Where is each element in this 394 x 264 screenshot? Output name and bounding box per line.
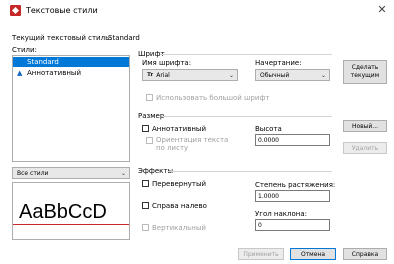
current-style-value: Standard [108,34,140,42]
delete-button[interactable]: Удалить [343,142,387,154]
preview-text: AaBbCcD [19,201,107,223]
backwards-checkbox[interactable] [142,202,149,209]
size-group-title: Размер [138,112,165,120]
chevron-down-icon: ⌄ [320,72,326,79]
size-group-line [162,116,332,117]
styles-filter-select[interactable]: Все стили ⌄ [12,167,130,179]
height-label: Высота [255,125,282,133]
annotative-icon: ▲ [17,69,23,77]
current-style-label: Текущий текстовый стиль: [12,34,112,42]
orientation-checkbox[interactable] [146,137,153,144]
truetype-icon: Tr [147,72,154,78]
help-button[interactable]: Справка [343,248,387,260]
font-name-value: Arial [156,71,170,79]
backwards-label: Справа налево [152,202,207,210]
window-title: Текстовые стили [26,6,98,15]
list-item-label: Standard [27,58,59,66]
font-name-label: Имя шрифта: [142,59,192,67]
chevron-down-icon: ⌄ [228,72,234,79]
preview-baseline [13,224,129,225]
list-item[interactable]: ▲ Аннотативный [13,68,129,78]
set-current-label-2: текущим [350,72,380,79]
vertical-checkbox[interactable] [142,224,149,231]
width-factor-label: Степень растяжения: [255,181,336,189]
upside-down-label: Перевернутый [152,180,207,188]
font-group-line [160,54,332,55]
effects-group-line [168,171,332,172]
preview-panel: AaBbCcD [12,182,130,240]
height-input[interactable]: 0.0000 [255,134,330,146]
font-name-select[interactable]: Tr Arial ⌄ [142,69,238,81]
orientation-label-1: Ориентация текста [156,136,229,144]
chevron-down-icon: ⌄ [120,170,126,177]
upside-down-checkbox[interactable] [142,180,149,187]
styles-label: Стили: [12,46,37,54]
list-item-label: Аннотативный [27,69,81,77]
oblique-input[interactable]: 0 [255,219,330,231]
style-value: Обычный [260,71,290,79]
app-logo-icon [10,5,21,16]
new-button[interactable]: Новый... [343,120,387,132]
width-factor-input[interactable]: 1.0000 [255,190,330,202]
styles-list[interactable]: Standard ▲ Аннотативный [12,55,130,162]
big-font-checkbox[interactable] [146,94,153,101]
style-select[interactable]: Обычный ⌄ [255,69,330,81]
annotative-label: Аннотативный [152,125,206,133]
close-icon[interactable]: ✕ [375,3,389,17]
cancel-button[interactable]: Отмена [290,248,336,260]
style-label: Начертание: [255,59,302,67]
annotative-checkbox[interactable] [142,125,149,132]
set-current-label-1: Сделать [351,64,379,71]
filter-value: Все стили [17,169,49,177]
list-item-selected[interactable]: Standard [13,57,129,67]
vertical-label: Вертикальный [152,224,206,232]
set-current-button[interactable]: Сделать текущим [343,60,387,84]
orientation-label-2: по листу [156,144,189,152]
big-font-label: Использовать большой шрифт [156,94,270,102]
oblique-label: Угол наклона: [255,210,308,218]
apply-button[interactable]: Применить [238,248,284,260]
